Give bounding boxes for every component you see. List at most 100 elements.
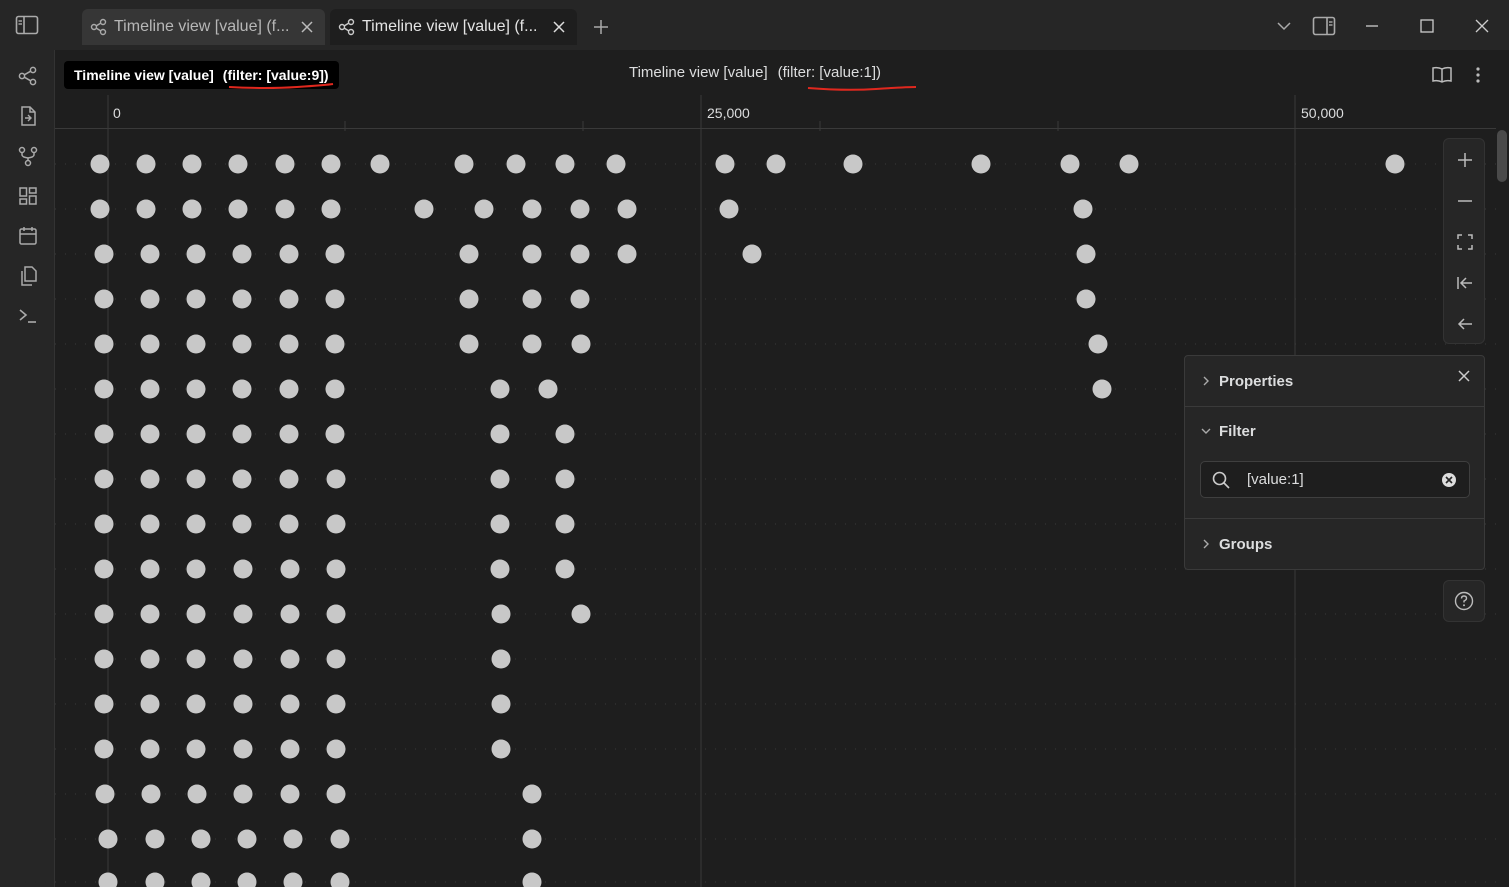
timeline-node[interactable] <box>186 244 206 264</box>
timeline-node[interactable] <box>522 334 542 354</box>
timeline-node[interactable] <box>555 424 575 444</box>
timeline-node[interactable] <box>94 289 114 309</box>
timeline-node[interactable] <box>233 739 253 759</box>
tab-timeline-view-2[interactable]: Timeline view [value] (f... <box>330 9 577 45</box>
timeline-node[interactable] <box>459 244 479 264</box>
timeline-node[interactable] <box>283 872 303 887</box>
timeline-node[interactable] <box>522 784 542 804</box>
sidebar-toggle-icon[interactable] <box>12 12 42 38</box>
timeline-node[interactable] <box>742 244 762 264</box>
timeline-node[interactable] <box>94 379 114 399</box>
timeline-node[interactable] <box>140 559 160 579</box>
timeline-node[interactable] <box>140 244 160 264</box>
timeline-node[interactable] <box>186 514 206 534</box>
timeline-node[interactable] <box>571 604 591 624</box>
calendar-icon[interactable] <box>14 222 42 250</box>
timeline-node[interactable] <box>94 649 114 669</box>
timeline-node[interactable] <box>279 289 299 309</box>
timeline-node[interactable] <box>275 154 295 174</box>
timeline-node[interactable] <box>283 829 303 849</box>
timeline-node[interactable] <box>186 604 206 624</box>
timeline-node[interactable] <box>140 694 160 714</box>
timeline-node[interactable] <box>1073 199 1093 219</box>
timeline-node[interactable] <box>1088 334 1108 354</box>
timeline-node[interactable] <box>522 244 542 264</box>
timeline-node[interactable] <box>330 872 350 887</box>
timeline-node[interactable] <box>145 872 165 887</box>
zoom-in-icon[interactable] <box>1452 147 1478 173</box>
timeline-node[interactable] <box>140 289 160 309</box>
fit-to-screen-icon[interactable] <box>1452 229 1478 255</box>
timeline-node[interactable] <box>326 649 346 669</box>
tab-timeline-view-1[interactable]: Timeline view [value] (f... <box>82 9 325 45</box>
timeline-node[interactable] <box>232 469 252 489</box>
timeline-node[interactable] <box>94 514 114 534</box>
timeline-node[interactable] <box>506 154 526 174</box>
timeline-node[interactable] <box>140 469 160 489</box>
graph-icon[interactable] <box>14 62 42 90</box>
timeline-node[interactable] <box>140 379 160 399</box>
timeline-node[interactable] <box>490 469 510 489</box>
chevron-down-icon[interactable] <box>1270 12 1298 40</box>
vertical-scrollbar[interactable] <box>1497 130 1507 182</box>
jump-to-start-icon[interactable] <box>1452 270 1478 296</box>
timeline-node[interactable] <box>280 694 300 714</box>
timeline-node[interactable] <box>279 424 299 444</box>
timeline-node[interactable] <box>232 244 252 264</box>
properties-section-header[interactable]: Properties <box>1185 368 1484 394</box>
timeline-node[interactable] <box>140 424 160 444</box>
timeline-node[interactable] <box>555 469 575 489</box>
timeline-node[interactable] <box>95 784 115 804</box>
timeline-node[interactable] <box>233 649 253 669</box>
timeline-node[interactable] <box>232 334 252 354</box>
timeline-node[interactable] <box>233 694 253 714</box>
timeline-node[interactable] <box>280 739 300 759</box>
timeline-node[interactable] <box>140 739 160 759</box>
timeline-node[interactable] <box>370 154 390 174</box>
timeline-node[interactable] <box>459 289 479 309</box>
timeline-node[interactable] <box>94 739 114 759</box>
timeline-node[interactable] <box>843 154 863 174</box>
copy-icon[interactable] <box>14 262 42 290</box>
timeline-node[interactable] <box>186 649 206 669</box>
timeline-node[interactable] <box>326 469 346 489</box>
timeline-node[interactable] <box>330 829 350 849</box>
timeline-node[interactable] <box>325 424 345 444</box>
timeline-node[interactable] <box>490 379 510 399</box>
timeline-node[interactable] <box>459 334 479 354</box>
git-branch-icon[interactable] <box>14 142 42 170</box>
open-file-icon[interactable] <box>14 102 42 130</box>
timeline-node[interactable] <box>191 872 211 887</box>
timeline-node[interactable] <box>140 604 160 624</box>
timeline-node[interactable] <box>228 199 248 219</box>
timeline-node[interactable] <box>232 289 252 309</box>
timeline-node[interactable] <box>228 154 248 174</box>
timeline-node[interactable] <box>326 739 346 759</box>
timeline-node[interactable] <box>326 514 346 534</box>
timeline-node[interactable] <box>491 604 511 624</box>
timeline-node[interactable] <box>140 334 160 354</box>
timeline-node[interactable] <box>555 559 575 579</box>
timeline-node[interactable] <box>522 289 542 309</box>
timeline-node[interactable] <box>90 154 110 174</box>
timeline-node[interactable] <box>94 559 114 579</box>
timeline-node[interactable] <box>1076 289 1096 309</box>
timeline-node[interactable] <box>98 829 118 849</box>
timeline-node[interactable] <box>280 784 300 804</box>
timeline-node[interactable] <box>570 244 590 264</box>
timeline-node[interactable] <box>237 872 257 887</box>
terminal-icon[interactable] <box>14 302 42 330</box>
timeline-node[interactable] <box>279 334 299 354</box>
right-sidebar-toggle-icon[interactable] <box>1310 12 1338 40</box>
timeline-node[interactable] <box>555 514 575 534</box>
timeline-node[interactable] <box>186 694 206 714</box>
timeline-node[interactable] <box>275 199 295 219</box>
timeline-node[interactable] <box>136 154 156 174</box>
reading-view-book-icon[interactable] <box>1429 62 1455 88</box>
timeline-node[interactable] <box>280 649 300 669</box>
timeline-node[interactable] <box>232 379 252 399</box>
minimize-icon[interactable] <box>1358 12 1386 40</box>
timeline-node[interactable] <box>490 559 510 579</box>
timeline-node[interactable] <box>570 289 590 309</box>
timeline-node[interactable] <box>326 559 346 579</box>
